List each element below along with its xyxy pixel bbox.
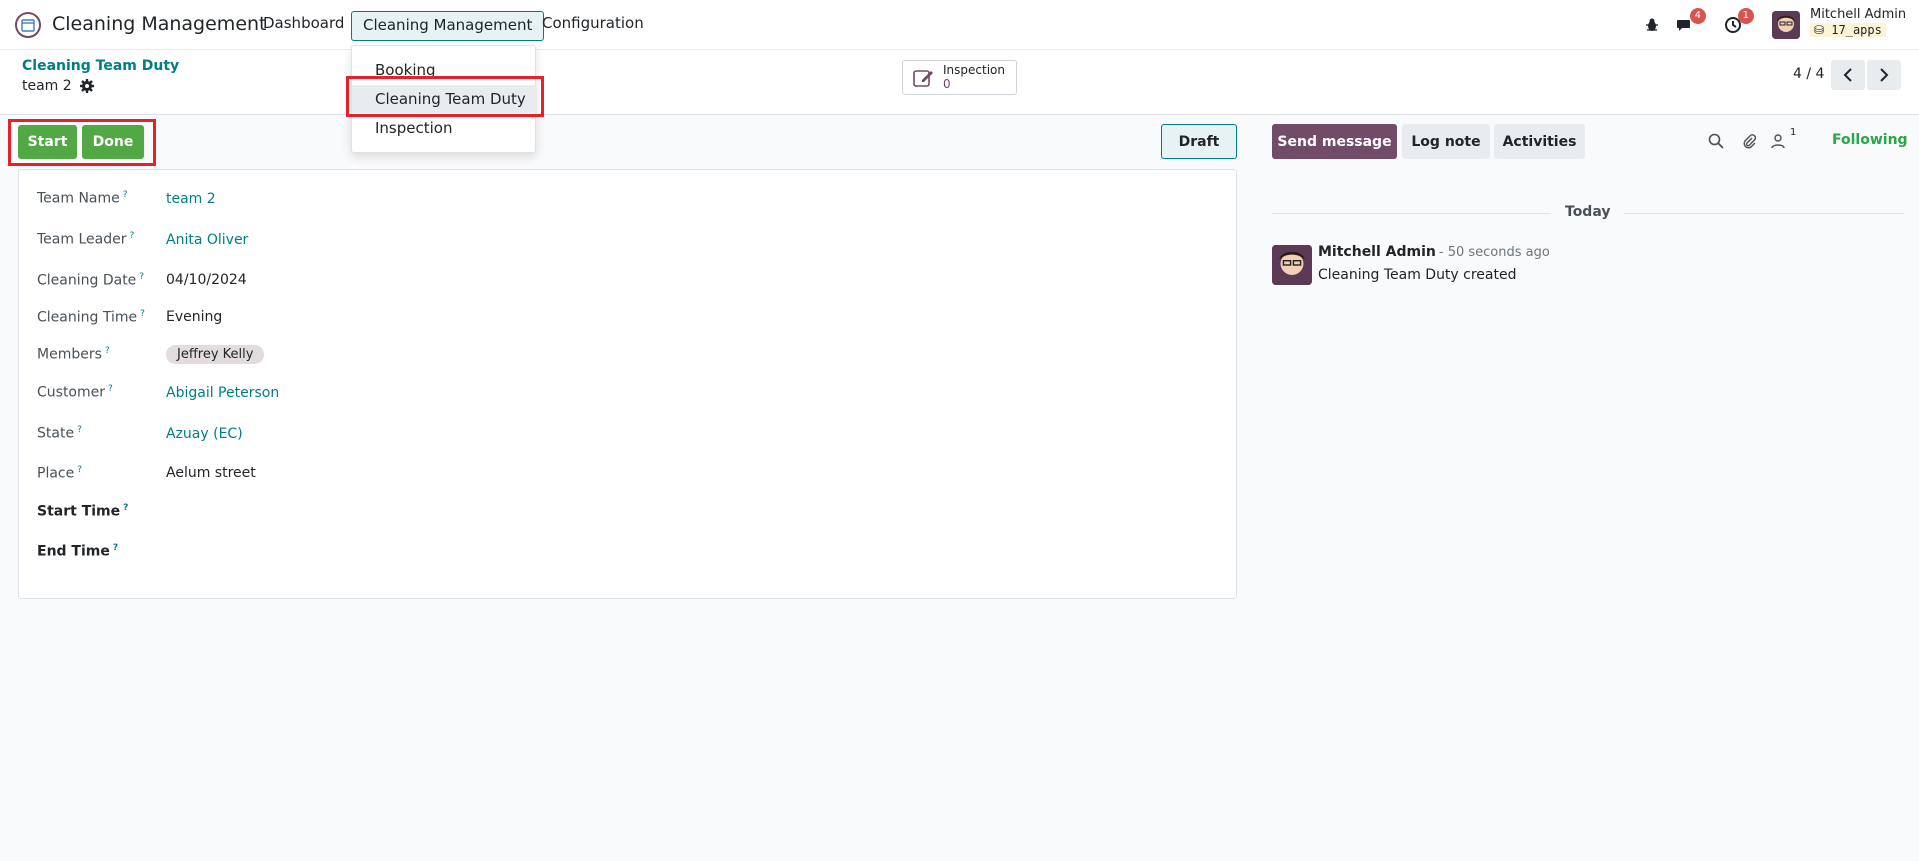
chevron-left-icon bbox=[1843, 68, 1852, 82]
user-avatar[interactable] bbox=[1772, 11, 1800, 39]
app-brand[interactable]: Cleaning Management bbox=[52, 13, 267, 35]
label-text: Team Name bbox=[37, 190, 120, 207]
label-text: Place bbox=[37, 465, 75, 482]
chevron-right-icon bbox=[1880, 68, 1889, 82]
field-team-leader[interactable]: Anita Oliver bbox=[166, 232, 248, 248]
label-team-leader: Team Leader? bbox=[37, 231, 134, 248]
help-icon[interactable]: ? bbox=[77, 425, 82, 435]
control-panel: Cleaning Team Duty team 2 Inspection 0 4… bbox=[0, 50, 1919, 115]
form-sheet: Team Name? team 2 Team Leader? Anita Oli… bbox=[18, 169, 1237, 599]
help-icon[interactable]: ? bbox=[139, 272, 144, 282]
date-separator: Today bbox=[1551, 204, 1625, 220]
help-icon[interactable]: ? bbox=[113, 543, 118, 553]
label-text: Team Leader bbox=[37, 231, 127, 248]
label-text: State bbox=[37, 425, 75, 442]
label-cleaning-date: Cleaning Date? bbox=[37, 272, 144, 289]
label-place: Place? bbox=[37, 465, 82, 482]
label-state: State? bbox=[37, 425, 82, 442]
breadcrumb[interactable]: Cleaning Team Duty bbox=[22, 58, 179, 74]
label-end-time: End Time? bbox=[37, 543, 118, 560]
field-cleaning-time[interactable]: Evening bbox=[166, 309, 222, 325]
message-avatar[interactable] bbox=[1272, 245, 1312, 285]
log-note-button[interactable]: Log note bbox=[1402, 124, 1490, 159]
menu-configuration[interactable]: Configuration bbox=[542, 14, 644, 32]
record-name: team 2 bbox=[22, 78, 72, 94]
label-start-time: Start Time? bbox=[37, 503, 128, 520]
field-state[interactable]: Azuay (EC) bbox=[166, 426, 243, 442]
field-place[interactable]: Aelum street bbox=[166, 465, 256, 481]
pager-value[interactable]: 4 / 4 bbox=[1793, 66, 1824, 82]
menu-dashboard[interactable]: Dashboard bbox=[263, 14, 344, 32]
message-body: Cleaning Team Duty created bbox=[1318, 267, 1517, 283]
top-navbar: Cleaning Management Dashboard Cleaning M… bbox=[0, 0, 1919, 50]
label-text: Start Time bbox=[37, 503, 121, 520]
edit-icon bbox=[913, 69, 933, 87]
author-name[interactable]: Mitchell Admin bbox=[1318, 244, 1436, 260]
help-icon[interactable]: ? bbox=[140, 309, 145, 319]
messages-icon[interactable]: 4 bbox=[1674, 8, 1706, 36]
following-button[interactable]: Following bbox=[1832, 132, 1908, 148]
label-text: Cleaning Date bbox=[37, 272, 137, 289]
smart-button-value: 0 bbox=[943, 77, 951, 91]
label-text: Members bbox=[37, 346, 102, 363]
message-author[interactable]: Mitchell Admin - 50 seconds ago bbox=[1318, 244, 1550, 260]
paperclip-icon[interactable] bbox=[1739, 131, 1759, 151]
followers-icon[interactable]: 1 bbox=[1768, 127, 1796, 151]
help-icon[interactable]: ? bbox=[123, 503, 128, 513]
help-icon[interactable]: ? bbox=[123, 190, 128, 200]
member-tag[interactable]: Jeffrey Kelly bbox=[166, 345, 265, 364]
help-icon[interactable]: ? bbox=[105, 346, 110, 356]
activities-badge: 1 bbox=[1737, 8, 1754, 24]
app-icon[interactable] bbox=[15, 12, 41, 38]
label-members: Members? bbox=[37, 346, 110, 363]
label-customer: Customer? bbox=[37, 384, 113, 401]
followers-count: 1 bbox=[1790, 127, 1797, 138]
record-title: team 2 bbox=[22, 78, 94, 94]
inspection-smart-button[interactable]: Inspection 0 bbox=[902, 60, 1017, 95]
label-team-name: Team Name? bbox=[37, 190, 128, 207]
send-message-button[interactable]: Send message bbox=[1272, 124, 1397, 159]
status-draft[interactable]: Draft bbox=[1161, 124, 1237, 159]
done-button[interactable]: Done bbox=[82, 125, 144, 159]
label-text: Cleaning Time bbox=[37, 309, 138, 326]
user-name[interactable]: Mitchell Admin bbox=[1810, 7, 1906, 22]
help-icon[interactable]: ? bbox=[77, 465, 82, 475]
field-customer[interactable]: Abigail Peterson bbox=[166, 385, 279, 401]
menu-cleaning-management[interactable]: Cleaning Management bbox=[351, 11, 545, 41]
dropdown-item-inspection[interactable]: Inspection bbox=[352, 114, 537, 142]
label-text: Customer bbox=[37, 384, 106, 401]
dropdown-item-cleaning-team-duty[interactable]: Cleaning Team Duty bbox=[352, 85, 537, 113]
calendar-icon bbox=[21, 19, 35, 32]
help-icon[interactable]: ? bbox=[129, 231, 134, 241]
gear-icon[interactable] bbox=[79, 79, 94, 93]
field-team-name[interactable]: team 2 bbox=[166, 191, 216, 207]
pager-next-button[interactable] bbox=[1867, 60, 1901, 90]
activities-icon[interactable]: 1 bbox=[1722, 8, 1754, 36]
database-label: 17_apps bbox=[1831, 23, 1882, 37]
pager-previous-button[interactable] bbox=[1831, 60, 1865, 90]
label-cleaning-time: Cleaning Time? bbox=[37, 309, 145, 326]
messages-badge: 4 bbox=[1689, 8, 1706, 24]
dropdown-item-booking[interactable]: Booking bbox=[352, 56, 537, 84]
search-icon[interactable] bbox=[1706, 131, 1726, 151]
help-icon[interactable]: ? bbox=[108, 384, 113, 394]
activities-button[interactable]: Activities bbox=[1494, 124, 1585, 159]
label-text: End Time bbox=[37, 543, 110, 560]
database-name: ⛁ 17_apps bbox=[1810, 23, 1886, 37]
bug-icon[interactable] bbox=[1641, 14, 1663, 36]
message-time: - 50 seconds ago bbox=[1438, 245, 1550, 260]
smart-button-label: Inspection bbox=[943, 63, 1005, 77]
start-button[interactable]: Start bbox=[18, 125, 77, 159]
field-cleaning-date[interactable]: 04/10/2024 bbox=[166, 272, 247, 288]
cleaning-management-dropdown: Booking Cleaning Team Duty Inspection bbox=[351, 45, 537, 153]
